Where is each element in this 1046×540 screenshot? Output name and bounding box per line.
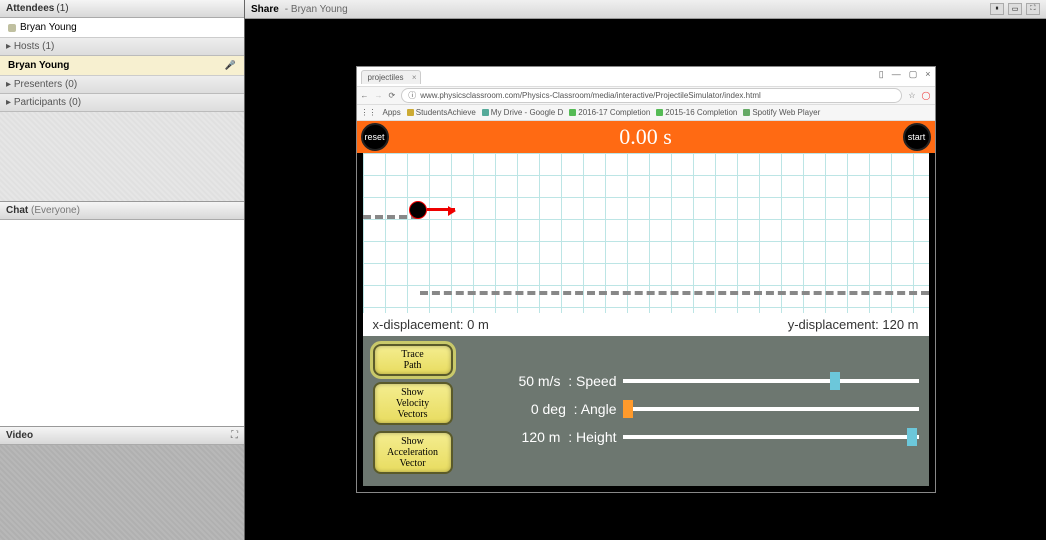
speed-name: Speed [576, 373, 616, 389]
attendee-row[interactable]: Bryan Young [0, 18, 244, 38]
start-button[interactable]: start [903, 123, 931, 151]
maximize-icon[interactable]: ▢ [909, 69, 918, 80]
browser-titlebar: projectiles × ▯ — ▢ × [357, 67, 935, 87]
opera-icon[interactable]: ◯ [922, 91, 931, 100]
main-area: Share - Bryan Young ⏸ ▭ ⛶ projectiles × … [245, 0, 1046, 540]
reload-icon[interactable]: ⟳ [389, 91, 396, 100]
tab-title: projectiles [368, 73, 404, 82]
angle-thumb[interactable] [623, 400, 633, 418]
show-accel-button[interactable]: Show Acceleration Vector [373, 431, 453, 474]
height-slider[interactable] [623, 435, 919, 439]
fullscreen-icon[interactable]: ⛶ [1026, 3, 1040, 15]
url-text: www.physicsclassroom.com/Physics-Classro… [420, 91, 761, 100]
video-header[interactable]: Video ⛶ [0, 427, 244, 445]
close-icon[interactable]: × [925, 69, 930, 80]
address-bar: ← → ⟳ ⓘ www.physicsclassroom.com/Physics… [357, 87, 935, 105]
info-icon[interactable]: ⓘ [408, 90, 416, 101]
speed-value: 50 m/s [518, 373, 560, 389]
bookmark-item[interactable]: 2016-17 Completion [569, 108, 650, 117]
sim-header: reset 0.00 s start [357, 121, 935, 153]
height-thumb[interactable] [907, 428, 917, 446]
browser-tab[interactable]: projectiles × [361, 70, 421, 84]
attendees-header[interactable]: Attendees (1) [0, 0, 244, 18]
forward-icon[interactable]: → [375, 91, 383, 100]
ydisp-value: 120 m [882, 317, 918, 332]
window-icon[interactable]: ▭ [1008, 3, 1022, 15]
velocity-arrow-icon [427, 208, 455, 211]
displacement-row: x-displacement: 0 m y-displacement: 120 … [357, 313, 935, 336]
bookmark-item[interactable]: Spotify Web Player [743, 108, 820, 117]
attendees-label: Attendees [6, 3, 54, 14]
star-icon[interactable]: ☆ [908, 91, 915, 100]
host-row[interactable]: Bryan Young 🎤 [0, 56, 244, 76]
profile-icon[interactable]: ▯ [879, 69, 884, 80]
bookmark-item[interactable]: 2015-16 Completion [656, 108, 737, 117]
bookmark-item[interactable]: Apps [383, 108, 401, 117]
trace-path-button[interactable]: Trace Path [373, 344, 453, 376]
share-window-controls: ⏸ ▭ ⛶ [990, 3, 1040, 15]
speed-thumb[interactable] [830, 372, 840, 390]
doc-icon [407, 109, 414, 116]
attendees-empty-area [0, 112, 244, 202]
simulator: reset 0.00 s start x-displacement: 0 m y… [357, 121, 935, 492]
share-label: Share [251, 4, 279, 15]
apps-icon[interactable]: ⋮⋮ [361, 108, 377, 117]
back-icon[interactable]: ← [361, 91, 369, 100]
speed-slider[interactable] [623, 379, 919, 383]
url-input[interactable]: ⓘ www.physicsclassroom.com/Physics-Class… [401, 88, 902, 103]
chat-scope: (Everyone) [31, 205, 80, 216]
minimize-icon[interactable]: — [892, 69, 901, 80]
pause-icon[interactable]: ⏸ [990, 3, 1004, 15]
ydisp-label: y-displacement: [788, 317, 879, 332]
reset-button[interactable]: reset [361, 123, 389, 151]
show-velocity-button[interactable]: Show Velocity Vectors [373, 382, 453, 425]
bookmark-item[interactable]: StudentsAchieve [407, 108, 476, 117]
bookmarks-bar: ⋮⋮ Apps StudentsAchieve My Drive - Googl… [357, 105, 935, 121]
host-name: Bryan Young [8, 60, 69, 71]
angle-name: Angle [581, 401, 617, 417]
angle-slider-row: 0 deg : Angle [467, 401, 919, 417]
doc-icon [656, 109, 663, 116]
height-name: Height [576, 429, 616, 445]
close-tab-icon[interactable]: × [412, 73, 417, 82]
height-slider-row: 120 m : Height [467, 429, 919, 445]
angle-value: 0 deg [531, 401, 566, 417]
avatar-icon [8, 24, 16, 32]
participants-header[interactable]: ▸ Participants (0) [0, 94, 244, 112]
attendee-name: Bryan Young [20, 22, 77, 33]
height-value: 120 m [522, 429, 561, 445]
mic-icon[interactable]: 🎤 [225, 60, 236, 71]
presenters-header[interactable]: ▸ Presenters (0) [0, 76, 244, 94]
speed-slider-row: 50 m/s : Speed [467, 373, 919, 389]
ground-line [420, 291, 929, 295]
attendees-count: (1) [56, 3, 68, 14]
spotify-icon [743, 109, 750, 116]
share-owner: - Bryan Young [285, 4, 348, 15]
chat-header[interactable]: Chat (Everyone) [0, 202, 244, 220]
projectile-ball [409, 201, 427, 219]
angle-slider[interactable] [623, 407, 919, 411]
doc-icon [569, 109, 576, 116]
sim-canvas[interactable] [357, 153, 935, 313]
sim-timer: 0.00 s [619, 124, 672, 150]
xdisp-value: 0 m [467, 317, 489, 332]
expand-icon[interactable]: ⛶ [231, 430, 238, 441]
drive-icon [482, 109, 489, 116]
sim-controls: Trace Path Show Velocity Vectors Show Ac… [357, 336, 935, 492]
video-body [0, 445, 244, 540]
browser-window: projectiles × ▯ — ▢ × ← → ⟳ ⓘ www.physic… [356, 66, 936, 493]
share-stage: projectiles × ▯ — ▢ × ← → ⟳ ⓘ www.physic… [245, 19, 1046, 540]
sidebar: Attendees (1) Bryan Young ▸ Hosts (1) Br… [0, 0, 245, 540]
bookmark-item[interactable]: My Drive - Google D [482, 108, 563, 117]
video-label: Video [6, 430, 33, 441]
chat-label: Chat [6, 205, 28, 216]
hosts-header[interactable]: ▸ Hosts (1) [0, 38, 244, 56]
chat-body[interactable] [0, 220, 244, 427]
xdisp-label: x-displacement: [373, 317, 464, 332]
share-bar: Share - Bryan Young ⏸ ▭ ⛶ [245, 0, 1046, 19]
